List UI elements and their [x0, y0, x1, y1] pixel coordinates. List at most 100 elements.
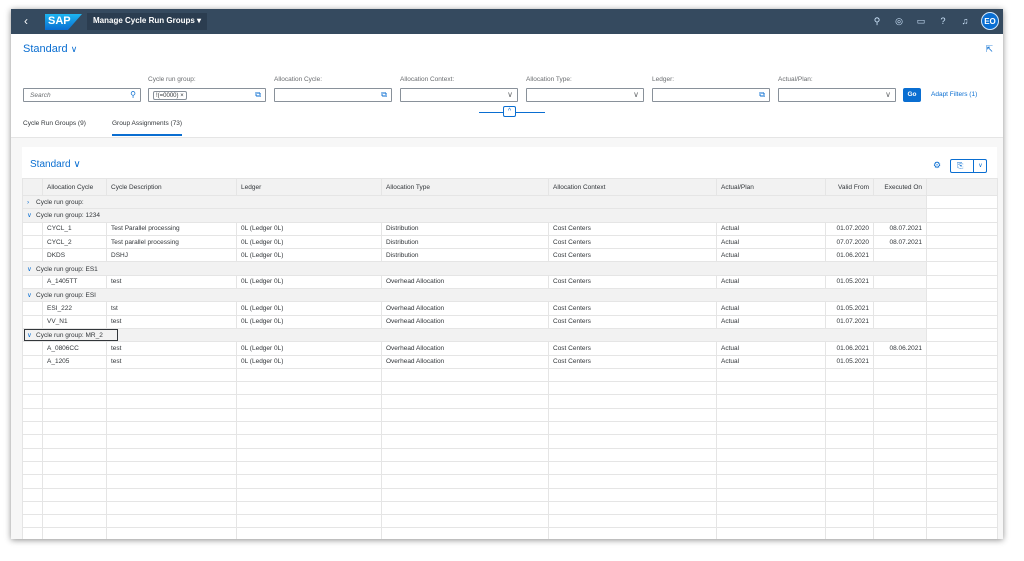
column-header-executed-on[interactable]: Executed On — [873, 178, 927, 196]
empty-cell — [873, 487, 927, 502]
column-header-cycle-description[interactable]: Cycle Description — [106, 178, 237, 196]
empty-cell — [716, 447, 826, 462]
table-variant-label: Standard — [30, 159, 71, 170]
table-row[interactable]: A_1205 test 0L (Ledger 0L) Overhead Allo… — [22, 354, 998, 369]
share-icon[interactable]: ⇱ — [985, 44, 993, 55]
cell-allocation-type: Overhead Allocation — [381, 314, 549, 329]
empty-cell — [716, 500, 826, 516]
column-header-allocation-type[interactable]: Allocation Type — [381, 178, 549, 196]
empty-cell — [716, 407, 826, 423]
row-selector[interactable] — [22, 274, 43, 290]
group-header-cell[interactable]: ∨ Cycle run group: ESI — [22, 288, 927, 303]
value-help-icon[interactable]: ⧉ — [255, 90, 261, 100]
page-variant-selector[interactable]: Standard ∨ — [23, 43, 77, 55]
chevron-down-icon[interactable]: ∨ — [27, 265, 36, 273]
empty-cell — [42, 394, 107, 409]
group-header-cell[interactable]: ∨ Cycle run group: MR_2 — [22, 327, 927, 343]
allocation-cycle-field[interactable]: ⧉ — [274, 88, 392, 102]
column-header-allocation-context[interactable]: Allocation Context — [548, 178, 717, 196]
column-header-actual-plan[interactable]: Actual/Plan — [716, 178, 826, 196]
focused-group-label[interactable]: ∨ Cycle run group: MR_2 — [24, 329, 118, 341]
empty-cell — [236, 514, 382, 529]
group-row[interactable]: ∨ Cycle run group: MR_2 — [22, 327, 998, 343]
row-selector[interactable] — [22, 234, 43, 250]
column-header-allocation-cycle[interactable]: Allocation Cycle — [42, 178, 107, 196]
table-row[interactable]: A_1405TT test 0L (Ledger 0L) Overhead Al… — [22, 274, 998, 290]
chevron-down-icon[interactable]: ∨ — [507, 90, 513, 99]
cell-allocation-cycle: CYCL_2 — [42, 234, 107, 250]
search-icon[interactable]: ⚲ — [871, 16, 883, 27]
table-row[interactable]: A_0806CC test 0L (Ledger 0L) Overhead Al… — [22, 341, 998, 356]
feedback-icon[interactable]: ▭ — [915, 16, 927, 27]
chevron-down-icon[interactable]: ∨ — [27, 331, 36, 339]
chevron-down-icon[interactable]: ∨ — [973, 160, 987, 172]
row-selector[interactable] — [22, 341, 43, 356]
group-row[interactable]: › Cycle run group: — [22, 194, 998, 210]
value-help-icon[interactable]: ⧉ — [381, 90, 387, 100]
group-row[interactable]: ∨ Cycle run group: 1234 — [22, 208, 998, 223]
help-icon[interactable]: ? — [937, 16, 949, 26]
avatar[interactable]: EO — [981, 12, 999, 30]
export-button[interactable]: ⎘ ∨ — [950, 159, 987, 173]
empty-cell — [22, 434, 43, 449]
cell-cycle-description: test — [106, 314, 237, 329]
chevron-down-icon[interactable]: ∨ — [27, 291, 36, 299]
row-selector[interactable] — [22, 248, 43, 263]
chevron-down-icon[interactable]: ∨ — [885, 90, 891, 99]
filter-token-text: !(=0000) — [156, 93, 179, 99]
app-title-menu[interactable]: Manage Cycle Run Groups ▾ — [87, 13, 208, 30]
table-row[interactable]: CYCL_2 Test parallel processing 0L (Ledg… — [22, 234, 998, 250]
allocation-type-select[interactable]: ∨ — [526, 88, 644, 102]
actual-plan-select[interactable]: ∨ — [778, 88, 896, 102]
bell-icon[interactable]: ♫ — [959, 16, 971, 26]
go-button[interactable]: Go — [903, 88, 921, 102]
chevron-down-icon[interactable]: ∨ — [633, 90, 639, 99]
value-help-icon[interactable]: ⧉ — [759, 90, 765, 100]
close-icon[interactable]: × — [180, 93, 184, 99]
selection-column-header[interactable] — [22, 178, 43, 196]
collapse-header-button[interactable]: ^ — [503, 106, 516, 117]
settings-icon[interactable]: ⚙ — [933, 160, 941, 171]
group-header-cell[interactable]: ∨ Cycle run group: ES1 — [22, 261, 927, 276]
cell-allocation-type: Overhead Allocation — [381, 354, 549, 369]
row-selector[interactable] — [22, 314, 43, 329]
cell-ledger: 0L (Ledger 0L) — [236, 248, 382, 263]
table-row[interactable]: DKDS DSHJ 0L (Ledger 0L) Distribution Co… — [22, 248, 998, 263]
row-selector[interactable] — [22, 354, 43, 369]
row-selector[interactable] — [22, 301, 43, 316]
column-header-valid-from[interactable]: Valid From — [825, 178, 874, 196]
sap-logo[interactable]: SAP — [45, 14, 82, 30]
empty-cell — [716, 487, 826, 502]
table-variant-selector[interactable]: Standard ∨ — [30, 159, 81, 170]
table-row[interactable]: CYCL_1 Test Parallel processing 0L (Ledg… — [22, 221, 998, 236]
group-header-cell[interactable]: › Cycle run group: — [22, 194, 927, 210]
search-input[interactable]: Search ⚲ — [23, 88, 141, 102]
group-row[interactable]: ∨ Cycle run group: ESI — [22, 288, 998, 303]
row-selector[interactable] — [22, 221, 43, 236]
notes-icon[interactable]: ◎ — [893, 16, 905, 27]
empty-cell — [106, 434, 237, 449]
empty-cell — [548, 434, 717, 449]
tab-cycle-run-groups[interactable]: Cycle Run Groups (9) — [23, 120, 86, 127]
filler-cell — [926, 261, 998, 276]
group-header-cell[interactable]: ∨ Cycle run group: 1234 — [22, 208, 927, 223]
back-icon[interactable]: ‹ — [24, 14, 28, 28]
empty-cell — [106, 474, 237, 489]
tab-group-assignments[interactable]: Group Assignments (73) — [112, 120, 183, 136]
allocation-context-select[interactable]: ∨ — [400, 88, 518, 102]
chevron-down-icon[interactable]: ∨ — [27, 211, 36, 219]
search-icon[interactable]: ⚲ — [130, 90, 136, 99]
group-row[interactable]: ∨ Cycle run group: ES1 — [22, 261, 998, 276]
adapt-filters-link[interactable]: Adapt Filters (1) — [931, 91, 977, 98]
filter-token[interactable]: !(=0000) × — [153, 91, 187, 100]
empty-row — [22, 381, 998, 396]
column-header-ledger[interactable]: Ledger — [236, 178, 382, 196]
chevron-right-icon[interactable]: › — [27, 199, 36, 206]
filler-cell — [926, 354, 998, 369]
table-row[interactable]: VV_N1 test 0L (Ledger 0L) Overhead Alloc… — [22, 314, 998, 329]
cycle-run-group-field[interactable]: !(=0000) × ⧉ — [148, 88, 266, 102]
cell-cycle-description: Test Parallel processing — [106, 221, 237, 236]
ledger-field[interactable]: ⧉ — [652, 88, 770, 102]
table-row[interactable]: ESI_222 tst 0L (Ledger 0L) Overhead Allo… — [22, 301, 998, 316]
chevron-up-icon: ^ — [507, 108, 512, 115]
